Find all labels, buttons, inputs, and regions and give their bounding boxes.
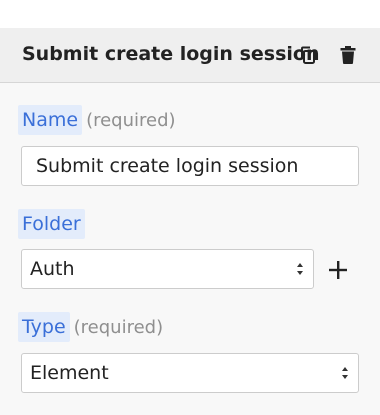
folder-selected-value: Auth [30,258,75,280]
properties-panel: Submit create login session Name (requir… [0,0,380,415]
select-arrows-icon [295,259,305,279]
folder-field-label: Folder [18,209,85,239]
type-required-hint: (required) [73,316,164,338]
panel-header: Submit create login session [0,28,380,83]
select-arrows-icon [340,363,350,383]
panel-title: Submit create login session [22,43,320,65]
copy-icon [301,46,315,64]
type-field-label: Type (required) [18,312,163,342]
copy-button[interactable] [297,44,319,66]
name-field-label: Name (required) [18,105,176,135]
folder-select[interactable]: Auth [21,249,314,289]
add-folder-button[interactable] [326,258,350,282]
name-label: Name [18,105,83,135]
type-selected-value: Element [30,362,109,384]
name-input[interactable] [21,146,359,186]
folder-label: Folder [18,209,85,239]
plus-icon [329,261,347,279]
top-strip [0,0,380,28]
delete-button[interactable] [337,44,359,66]
type-select[interactable]: Element [21,353,359,393]
trash-icon [340,46,356,64]
name-required-hint: (required) [86,109,176,131]
type-label: Type [18,312,70,342]
